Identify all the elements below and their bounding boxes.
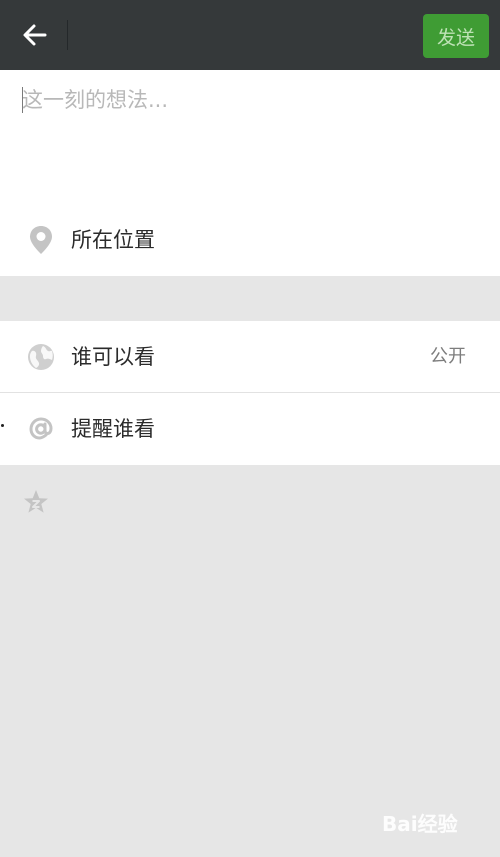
visibility-label: 谁可以看 — [71, 345, 155, 369]
stray-dot — [1, 424, 4, 427]
visibility-value: 公开 — [430, 346, 466, 367]
watermark-text: Bai经验 — [382, 811, 458, 836]
globe-icon — [27, 343, 55, 371]
arrow-left-icon — [23, 24, 47, 46]
mention-row[interactable]: 提醒谁看 — [0, 393, 500, 465]
topbar-divider — [67, 20, 68, 50]
location-label: 所在位置 — [71, 228, 155, 252]
mention-label: 提醒谁看 — [71, 417, 155, 441]
location-pin-icon — [27, 226, 55, 254]
back-button[interactable] — [14, 14, 56, 56]
thought-input[interactable] — [22, 84, 482, 204]
location-row[interactable]: 所在位置 — [0, 204, 500, 276]
top-bar: 发送 — [0, 0, 500, 70]
send-button[interactable]: 发送 — [423, 14, 489, 58]
favorite-button[interactable] — [22, 488, 50, 516]
baidu-watermark: Bai经验 — [382, 802, 494, 842]
at-sign-icon — [27, 415, 55, 443]
moments-compose-screen: 发送 所在位置 谁可以看 公开 — [0, 0, 500, 857]
star-icon — [24, 490, 48, 513]
visibility-row[interactable]: 谁可以看 公开 — [0, 321, 500, 393]
